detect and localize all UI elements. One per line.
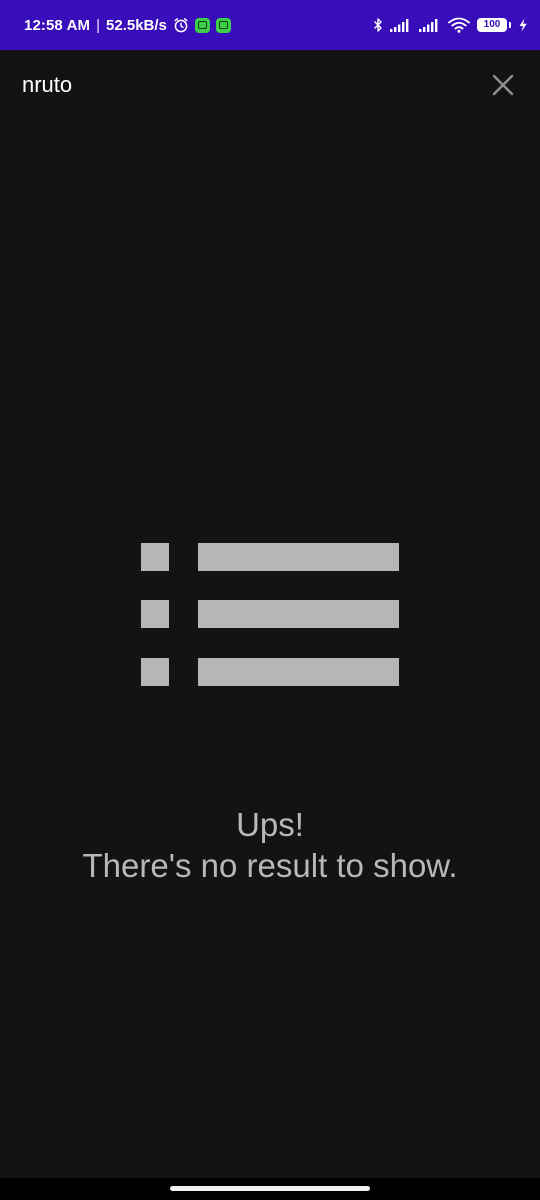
empty-state-message: There's no result to show. (82, 847, 458, 884)
wifi-icon (448, 17, 470, 33)
bluetooth-icon (373, 17, 383, 33)
search-results-screen: 12:58 AM | 52.5kB/s 100 nruto Ups! There… (0, 0, 540, 1200)
battery-level: 100 (483, 19, 501, 30)
charging-icon (518, 18, 528, 32)
signal-icon (419, 18, 441, 32)
list-icon-bullet (141, 600, 169, 628)
search-toolbar: nruto (0, 50, 540, 120)
close-button[interactable] (490, 72, 516, 98)
battery-icon: 100 (477, 18, 507, 32)
list-icon (141, 543, 399, 687)
app-notification-icon (215, 17, 231, 33)
list-icon-bullet (141, 543, 169, 571)
alarm-icon (173, 17, 189, 33)
status-time: 12:58 AM (24, 16, 91, 34)
app-notification-icon (194, 17, 210, 33)
list-icon-bullet (141, 658, 169, 686)
search-query-text[interactable]: nruto (22, 72, 72, 98)
close-icon (492, 74, 514, 96)
empty-state-title: Ups! (236, 806, 304, 843)
status-bar-right: 100 (373, 17, 528, 33)
status-separator: | (96, 16, 101, 34)
list-icon-line (198, 543, 399, 571)
battery-tip (509, 22, 511, 28)
list-icon-line (198, 600, 399, 628)
network-speed: 52.5kB/s (106, 16, 167, 34)
signal-icon (390, 18, 412, 32)
status-bar-left: 12:58 AM | 52.5kB/s (24, 17, 231, 34)
status-bar: 12:58 AM | 52.5kB/s 100 (0, 0, 540, 50)
navigation-bar (0, 1178, 540, 1200)
list-icon-line (198, 658, 399, 686)
home-indicator[interactable] (170, 1186, 370, 1191)
